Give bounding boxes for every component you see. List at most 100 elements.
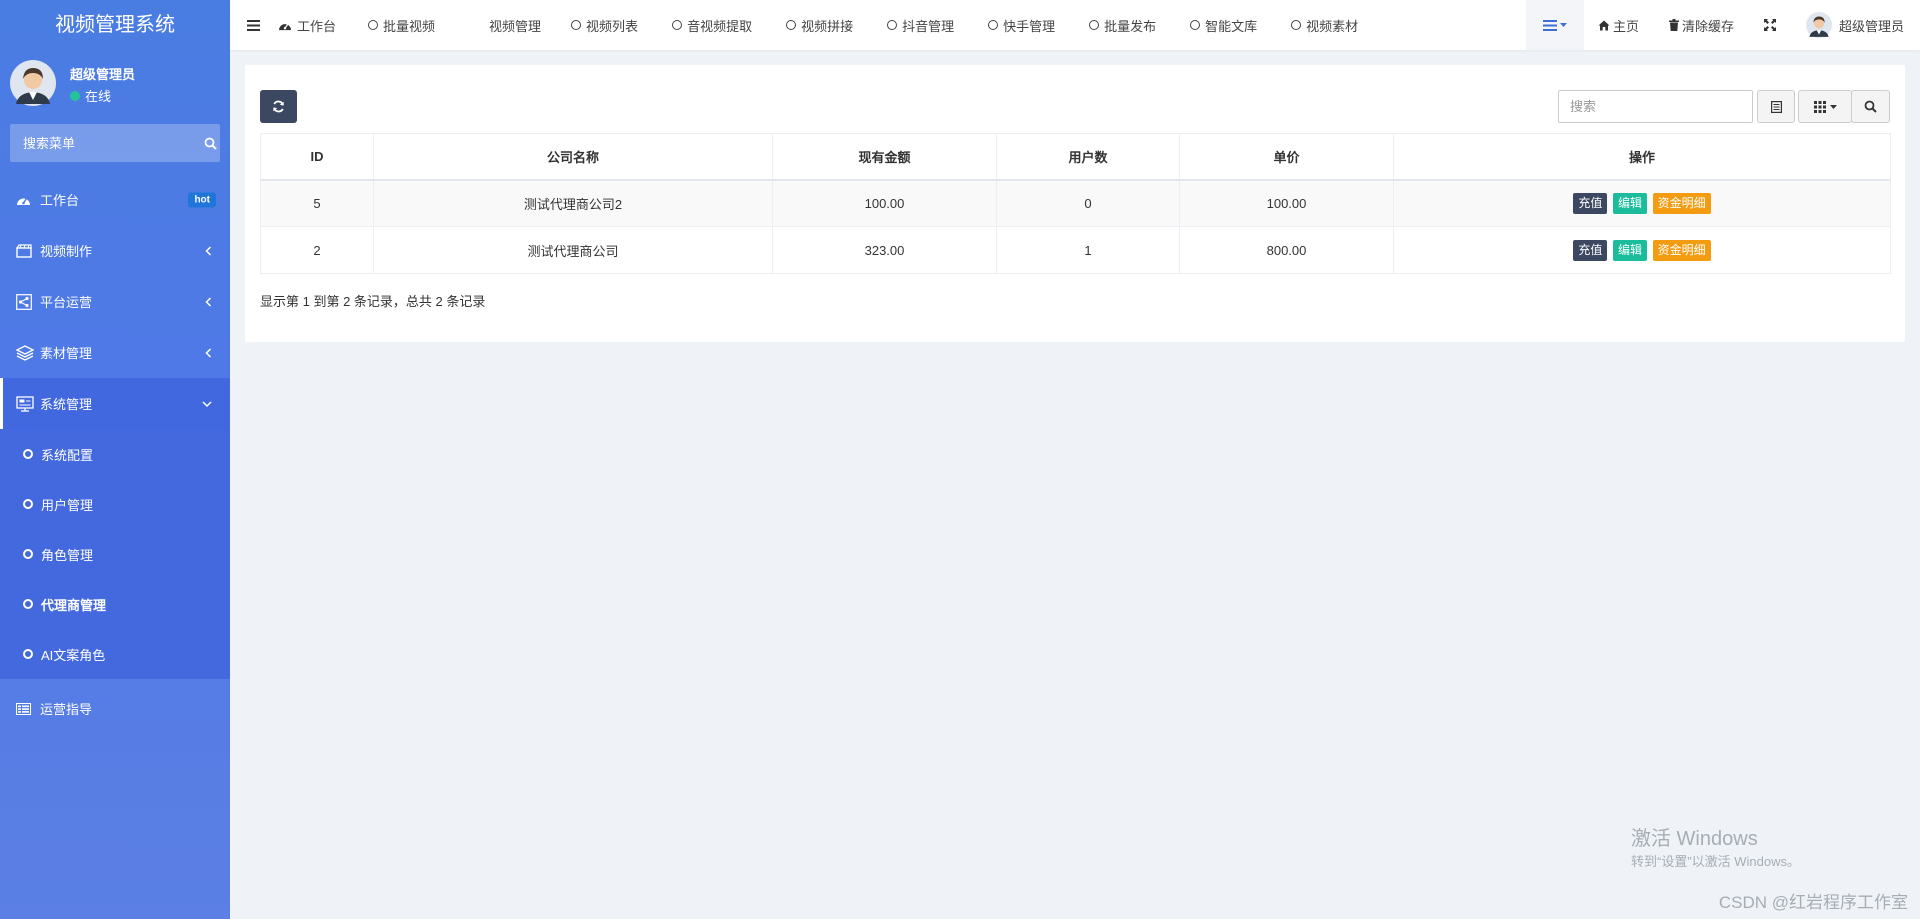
tab-video-list[interactable]: 视频列表 (571, 0, 638, 50)
share-icon (16, 293, 38, 311)
refresh-button[interactable] (260, 90, 297, 123)
tab-video-material[interactable]: 视频素材 (1291, 0, 1358, 50)
circle-icon (672, 20, 683, 30)
tab-label: 视频素材 (1306, 18, 1359, 34)
column-header-company[interactable]: 公司名称 (373, 133, 773, 181)
tab-kuaishou[interactable]: 快手管理 (988, 0, 1055, 50)
home-link[interactable]: 主页 (1598, 0, 1639, 50)
sidebar-subitem-user-management[interactable]: 用户管理 (0, 479, 230, 529)
circle-icon (1190, 20, 1201, 30)
tab-list-dropdown[interactable] (1525, 0, 1584, 50)
sidebar-item-ops-guide[interactable]: 运营指导 (0, 683, 230, 734)
sidebar-subitem-system-config[interactable]: 系统配置 (0, 429, 230, 479)
tab-label: 视频拼接 (801, 18, 854, 34)
user-status: 在线 (70, 86, 111, 105)
table-search-input[interactable] (1558, 90, 1753, 123)
sidebar-search-input[interactable] (10, 124, 201, 162)
top-nav: 工作台 批量视频 视频管理 视频列表 音视频提取 视频拼接 抖音管理 快手管理 … (230, 0, 1920, 50)
advanced-search-button[interactable] (1851, 90, 1890, 123)
tab-video-management[interactable]: 视频管理 (489, 0, 541, 50)
sidebar-item-label: 运营指导 (40, 702, 93, 717)
circle-icon (23, 599, 33, 609)
cell-price: 100.00 (1179, 179, 1394, 227)
tab-label: 音视频提取 (687, 18, 753, 34)
sidebar-subitem-ai-copy-role[interactable]: AI文案角色 (0, 629, 230, 679)
sidebar-subitem-agent-management[interactable]: 代理商管理 (0, 579, 230, 629)
cell-id: 5 (260, 179, 374, 227)
tab-dashboard[interactable]: 工作台 (278, 0, 336, 50)
tab-label: 工作台 (297, 18, 337, 34)
tab-smart-library[interactable]: 智能文库 (1190, 0, 1257, 50)
user-menu[interactable]: 超级管理员 (1805, 0, 1904, 50)
tab-video-splice[interactable]: 视频拼接 (786, 0, 853, 50)
app-title[interactable]: 视频管理系统 (0, 0, 230, 50)
cell-actions: 充值 编辑 资金明细 (1393, 226, 1891, 274)
sidebar-item-video-production[interactable]: 视频制作 (0, 225, 230, 276)
column-header-id[interactable]: ID (260, 133, 374, 181)
clear-cache-button[interactable]: 清除缓存 (1668, 0, 1734, 50)
user-panel: 超级管理员 在线 (0, 50, 230, 120)
circle-icon (23, 549, 33, 559)
sidebar-item-label: 素材管理 (40, 346, 93, 361)
tab-douyin[interactable]: 抖音管理 (887, 0, 954, 50)
circle-icon (571, 20, 582, 30)
sidebar-toggle-button[interactable] (230, 0, 276, 50)
column-header-price[interactable]: 单价 (1179, 133, 1394, 181)
sidebar-subitem-label: 代理商管理 (41, 597, 107, 613)
circle-icon (23, 499, 33, 509)
avatar[interactable] (10, 60, 56, 106)
column-header-actions: 操作 (1393, 133, 1891, 181)
list-view-icon (1770, 100, 1782, 113)
sidebar-item-system[interactable]: 系统管理 (0, 378, 230, 429)
circle-icon (786, 20, 797, 30)
home-label: 主页 (1612, 18, 1639, 34)
avatar (1805, 12, 1832, 38)
toggle-view-button[interactable] (1757, 90, 1795, 123)
csdn-watermark: CSDN @红岩程序工作室 (1718, 893, 1908, 912)
list-icon (16, 700, 38, 718)
cell-balance: 100.00 (772, 179, 997, 227)
sidebar-subitem-role-management[interactable]: 角色管理 (0, 529, 230, 579)
sidebar-item-label: 平台运营 (40, 295, 93, 310)
columns-dropdown-button[interactable] (1798, 90, 1852, 123)
hot-badge: hot (188, 192, 216, 207)
search-icon (204, 137, 217, 150)
funds-detail-button[interactable]: 资金明细 (1652, 192, 1711, 214)
funds-detail-button[interactable]: 资金明细 (1652, 239, 1711, 261)
cell-balance: 323.00 (772, 226, 997, 274)
caret-down-icon (1829, 104, 1837, 109)
sidebar-item-label: 视频制作 (40, 244, 93, 259)
column-header-users[interactable]: 用户数 (996, 133, 1180, 181)
hamburger-icon (246, 19, 260, 31)
sidebar-item-dashboard[interactable]: 工作台 hot (0, 174, 230, 225)
sidebar-menu: 工作台 hot 视频制作 平台运营 素材管理 系统管理 系统配置 用户管理 角色… (0, 174, 230, 734)
circle-icon (1291, 20, 1302, 30)
sidebar: 视频管理系统 超级管理员 在线 工作台 hot (0, 0, 230, 919)
chevron-left-icon (205, 296, 212, 307)
tab-label: 批量视频 (383, 18, 436, 34)
recharge-button[interactable]: 充值 (1573, 239, 1608, 261)
fullscreen-button[interactable] (1763, 0, 1776, 50)
tab-batch-video[interactable]: 批量视频 (368, 0, 435, 50)
tab-batch-publish[interactable]: 批量发布 (1089, 0, 1156, 50)
edit-button[interactable]: 编辑 (1612, 192, 1647, 214)
user-status-label: 在线 (85, 89, 112, 104)
sidebar-item-platform-ops[interactable]: 平台运营 (0, 276, 230, 327)
sidebar-search (10, 124, 220, 162)
sidebar-item-material[interactable]: 素材管理 (0, 327, 230, 378)
tab-av-extract[interactable]: 音视频提取 (672, 0, 752, 50)
tab-label: 视频管理 (489, 18, 542, 34)
tab-label: 智能文库 (1205, 18, 1258, 34)
column-header-balance[interactable]: 现有金额 (772, 133, 997, 181)
dashboard-icon (16, 191, 38, 209)
chevron-left-icon (205, 245, 212, 256)
chevron-left-icon (205, 347, 212, 358)
grid-icon (1813, 100, 1826, 113)
edit-button[interactable]: 编辑 (1612, 239, 1647, 261)
sidebar-search-button[interactable] (201, 124, 220, 162)
tab-label: 视频列表 (586, 18, 639, 34)
pagination-info: 显示第 1 到第 2 条记录，总共 2 条记录 (260, 294, 486, 309)
recharge-button[interactable]: 充值 (1573, 192, 1608, 214)
cell-users: 0 (996, 179, 1180, 227)
clear-cache-label: 清除缓存 (1681, 18, 1734, 34)
